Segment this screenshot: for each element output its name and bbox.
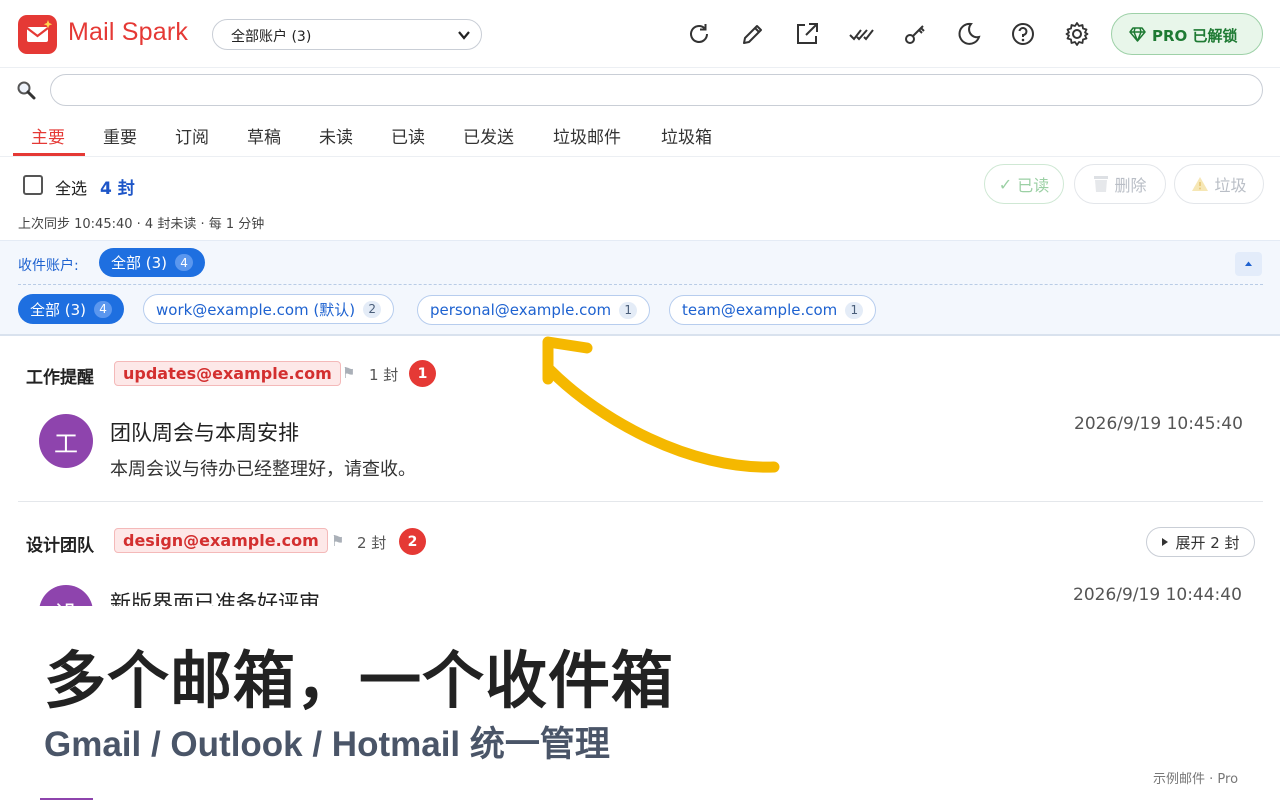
footer-note: 示例邮件 · Pro — [1153, 772, 1239, 787]
tab-unread[interactable]: 未读 — [319, 123, 353, 148]
unread-badge: 1 — [409, 360, 436, 387]
search-icon — [17, 81, 36, 100]
chip-count-badge: 1 — [619, 301, 638, 319]
tab-primary[interactable]: 主要 — [31, 123, 65, 148]
tab-trash[interactable]: 垃圾箱 — [661, 123, 712, 148]
expand-group-button[interactable]: 展开 2 封 — [1146, 527, 1255, 557]
caret-right-icon — [1162, 538, 1169, 546]
collapse-accounts-button[interactable] — [1235, 252, 1262, 276]
promo-banner: 多个邮箱，一个收件箱 Gmail / Outlook / Hotmail 统一管… — [0, 606, 1280, 800]
app-title: Mail Spark — [68, 18, 189, 46]
accounts-label: 收件账户: — [18, 258, 79, 274]
sender-email-tag[interactable]: updates@example.com — [114, 361, 341, 386]
chip-label: 全部 (3) — [111, 254, 168, 272]
category-tabs: 主要 重要 订阅 草稿 未读 已读 已发送 垃圾邮件 垃圾箱 — [0, 114, 1280, 157]
check-icon: ✓ — [998, 174, 1013, 194]
gear-icon — [1065, 22, 1089, 46]
chip-label: 全部 (3) — [30, 300, 87, 319]
flag-icon[interactable]: ⚑ — [342, 364, 355, 382]
group-name: 设计团队 — [26, 536, 94, 556]
tab-spam[interactable]: 垃圾邮件 — [553, 123, 621, 148]
unread-badge: 2 — [399, 528, 426, 555]
mail-item[interactable]: 工 团队周会与本周安排 本周会议与待办已经整理好，请查收。 2026/9/19 … — [18, 397, 1263, 502]
key-icon — [905, 25, 925, 44]
dark-mode-button[interactable] — [955, 20, 983, 48]
active-tab-indicator — [13, 153, 85, 156]
chip-count-badge: 4 — [94, 300, 113, 318]
account-select-value: 全部账户 (3) — [231, 29, 312, 45]
chip-label: personal@example.com — [430, 301, 612, 319]
account-chip-all[interactable]: 全部 (3) 4 — [18, 294, 125, 324]
check-all-icon — [849, 29, 874, 41]
account-select[interactable]: 全部账户 (3) — [212, 19, 482, 50]
help-button[interactable] — [1009, 20, 1037, 48]
current-account-chip[interactable]: 全部 (3) 4 — [99, 248, 206, 277]
chevron-up-icon — [1245, 261, 1252, 266]
tab-subscriptions[interactable]: 订阅 — [175, 123, 209, 148]
key-button[interactable] — [901, 20, 929, 48]
chip-count-badge: 1 — [845, 301, 864, 319]
top-bar: Mail Spark 全部账户 (3) PRO 已解锁 — [0, 0, 1280, 68]
promo-title: 多个邮箱，一个收件箱 — [44, 644, 675, 717]
app-logo — [18, 15, 57, 54]
tab-drafts[interactable]: 草稿 — [247, 123, 281, 148]
account-filter-panel: 收件账户: 全部 (3) 4 全部 (3) 4 work@example.com… — [0, 240, 1280, 336]
tab-sent[interactable]: 已发送 — [463, 123, 514, 148]
chip-label: work@example.com (默认) — [156, 300, 356, 319]
pro-label: PRO 已解锁 — [1152, 27, 1238, 45]
mark-all-read-button[interactable] — [847, 20, 875, 48]
group-count: 2 封 — [357, 534, 387, 552]
chip-label: team@example.com — [682, 301, 838, 319]
expand-label: 展开 2 封 — [1175, 533, 1240, 552]
delete-button[interactable]: 删除 — [1074, 164, 1166, 204]
help-icon — [1012, 23, 1034, 45]
chip-count-badge: 4 — [175, 254, 194, 271]
delete-label: 删除 — [1114, 176, 1147, 195]
select-all-label: 全选 — [55, 179, 88, 198]
mark-read-label: 已读 — [1017, 176, 1050, 195]
select-all-checkbox[interactable] — [23, 175, 43, 195]
flag-icon[interactable]: ⚑ — [331, 532, 344, 550]
gem-icon — [1129, 27, 1146, 42]
account-chip-work[interactable]: work@example.com (默认) 2 — [143, 294, 395, 324]
warning-icon — [1192, 177, 1209, 191]
avatar: 工 — [39, 414, 93, 468]
mail-subject: 团队周会与本周安排 — [110, 421, 299, 445]
sender-email-tag[interactable]: design@example.com — [114, 528, 328, 553]
compose-button[interactable] — [739, 20, 767, 48]
settings-button[interactable] — [1063, 20, 1091, 48]
sync-status: 上次同步 10:45:40 · 4 封未读 · 每 1 分钟 — [18, 217, 265, 232]
mark-read-button[interactable]: ✓ 已读 — [984, 164, 1064, 204]
refresh-icon — [690, 24, 708, 43]
chip-count-badge: 2 — [363, 300, 382, 318]
pro-unlocked-button[interactable]: PRO 已解锁 — [1111, 13, 1263, 55]
chevron-down-icon — [458, 31, 470, 40]
divider — [18, 284, 1263, 285]
trash-icon — [1094, 176, 1109, 192]
mail-preview: 本周会议与待办已经整理好，请查收。 — [110, 459, 416, 480]
refresh-button[interactable] — [685, 20, 713, 48]
spam-button[interactable]: 垃圾 — [1174, 164, 1264, 204]
tab-read[interactable]: 已读 — [391, 123, 425, 148]
search-input[interactable] — [50, 74, 1263, 106]
mail-time: 2026/9/19 10:45:40 — [1074, 414, 1243, 434]
account-chip-team[interactable]: team@example.com 1 — [669, 295, 877, 325]
account-chip-personal[interactable]: personal@example.com 1 — [417, 295, 651, 325]
external-link-icon — [797, 23, 818, 44]
tab-important[interactable]: 重要 — [103, 123, 137, 148]
message-count: 4 封 — [100, 179, 135, 199]
mail-time: 2026/9/19 10:44:40 — [1073, 585, 1242, 605]
spam-label: 垃圾 — [1214, 176, 1247, 195]
edit-icon — [743, 25, 762, 44]
promo-subtitle: Gmail / Outlook / Hotmail 统一管理 — [44, 725, 610, 764]
moon-icon — [958, 22, 981, 45]
group-count: 1 封 — [369, 366, 399, 384]
open-external-button[interactable] — [793, 20, 821, 48]
group-name: 工作提醒 — [26, 368, 94, 388]
